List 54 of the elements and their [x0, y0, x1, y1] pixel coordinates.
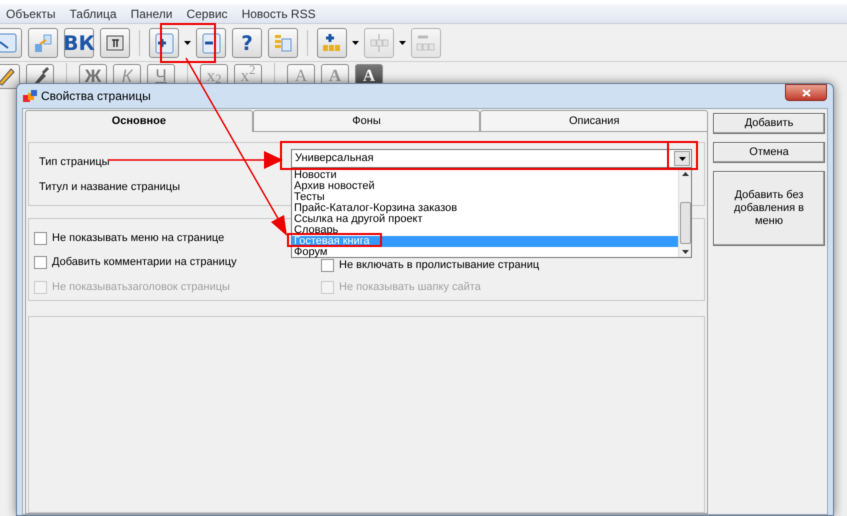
window-title: Свойства страницы: [41, 88, 151, 105]
dropdown-arrow-icon[interactable]: [352, 40, 359, 44]
menu-item[interactable]: Новость RSS: [242, 4, 316, 22]
toolbar-button[interactable]: [196, 28, 226, 58]
menu-item[interactable]: Объекты: [6, 4, 56, 22]
checkbox-label: Не включать в пролистывание страниц: [339, 258, 540, 274]
html-page-icon: [0, 32, 18, 54]
field-label: Тип страницы: [39, 154, 110, 170]
dialog-button[interactable]: Добавить: [713, 113, 825, 134]
dropdown-arrow-icon[interactable]: [184, 40, 191, 44]
checkbox-label: Не показыватьзаголовок страницы: [52, 280, 230, 295]
tab[interactable]: Описания: [480, 110, 708, 132]
dropdown-option[interactable]: Архив новостей: [292, 181, 678, 192]
toolbar-button[interactable]: [317, 28, 347, 58]
scroll-up-icon[interactable]: [682, 172, 688, 176]
move-folders-icon: [368, 32, 390, 54]
tab[interactable]: Основное: [25, 110, 253, 132]
toolbar-button[interactable]: ?: [232, 28, 262, 58]
checkbox-label: Добавить комментарии на страницу: [52, 254, 237, 270]
app-icon: [23, 90, 37, 102]
tab[interactable]: Фоны: [252, 110, 480, 132]
plus-folders-icon: [321, 32, 343, 54]
field-label: Титул и название страницы: [39, 180, 180, 195]
linked-pages-icon: [32, 32, 54, 54]
dialog-button[interactable]: Отмена: [713, 142, 825, 163]
highlight-frame: [160, 23, 216, 63]
checkbox-label: Не показывать шапку сайта: [339, 280, 481, 295]
menu-item[interactable]: Сервис: [186, 4, 228, 22]
checkbox-label: Не показывать меню на странице: [52, 230, 224, 246]
toolbar-button[interactable]: [0, 28, 22, 58]
dropdown-option[interactable]: Тесты: [292, 192, 678, 203]
checkbox[interactable]: [321, 259, 334, 272]
scrollbar[interactable]: [678, 169, 691, 257]
toolbar-button[interactable]: [149, 28, 179, 58]
menu-item[interactable]: Таблица: [70, 4, 117, 22]
checkbox[interactable]: [34, 232, 47, 244]
dialog-button[interactable]: Добавить без добавления в меню: [713, 171, 825, 246]
dropdown-option[interactable]: Ссылка на другой проект: [292, 214, 678, 225]
toolbar-button[interactable]: ВК: [64, 28, 94, 58]
dropdown-option[interactable]: Словарь: [292, 225, 678, 236]
checkbox[interactable]: [34, 256, 47, 268]
scroll-down-icon[interactable]: [682, 250, 688, 254]
page-type-dropdown[interactable]: Универсальная: [291, 149, 692, 168]
close-button[interactable]: [785, 84, 827, 101]
toolbar-button[interactable]: [100, 28, 130, 58]
toolbar-button[interactable]: [0, 64, 20, 88]
dropdown-arrow-icon: [678, 156, 686, 160]
scroll-thumb[interactable]: [680, 202, 690, 244]
dropdown-option[interactable]: Прайс-Каталог-Корзина заказов: [292, 203, 678, 214]
close-icon: [802, 88, 810, 96]
menu-item[interactable]: Панели: [130, 4, 172, 22]
dropdown-button[interactable]: [674, 151, 690, 166]
dropdown-option[interactable]: Форум: [292, 247, 678, 258]
dropdown-option[interactable]: Новости: [292, 170, 678, 181]
